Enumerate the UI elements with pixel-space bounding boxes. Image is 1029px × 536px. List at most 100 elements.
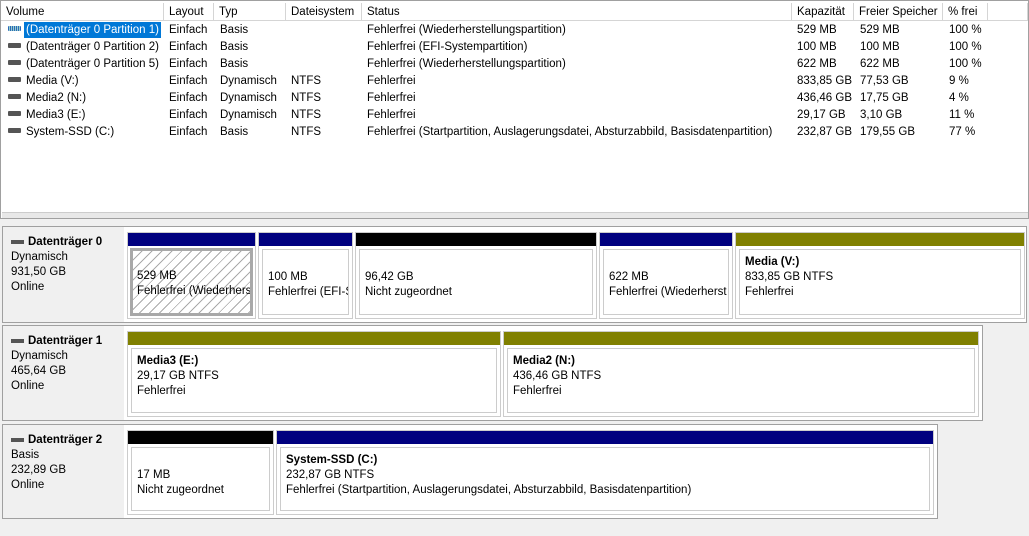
column-header-6[interactable]: Freier Speicher <box>854 3 943 21</box>
cell-typ: Basis <box>220 126 249 138</box>
column-header-7[interactable]: % frei <box>943 3 988 21</box>
partition-size: 232,87 GB NTFS <box>286 469 375 481</box>
partition-block[interactable]: 100 MB Fehlerfrei (EFI-S <box>258 232 353 319</box>
disk-size: 931,50 GB <box>11 266 66 278</box>
disk-label[interactable]: Datenträger 1 Dynamisch 465,64 GB Online <box>3 326 124 420</box>
cell-status: Fehlerfrei <box>367 109 416 121</box>
cell-freierspeicher: 529 MB <box>860 24 900 36</box>
column-header-5[interactable]: Kapazität <box>792 3 854 21</box>
cell-status: Fehlerfrei (EFI-Systempartition) <box>367 41 528 53</box>
disk-type: Dynamisch <box>11 251 68 263</box>
partition-block[interactable]: Media (V:) 833,85 GB NTFS Fehlerfrei <box>735 232 1025 319</box>
cell-kapazitt: 622 MB <box>797 58 837 70</box>
disk-label[interactable]: Datenträger 2 Basis 232,89 GB Online <box>3 425 124 518</box>
partition-size: 17 MB <box>137 469 171 481</box>
partition-color-bar <box>128 431 273 444</box>
partition-title: Media (V:) <box>745 256 800 268</box>
partition-size: 833,85 GB NTFS <box>745 271 834 283</box>
column-header-0[interactable]: Volume <box>1 3 164 21</box>
partition-block[interactable]: Media2 (N:) 436,46 GB NTFS Fehlerfrei <box>503 331 979 417</box>
column-header-filler <box>988 3 1028 21</box>
table-row[interactable]: Media (V:) Einfach Dynamisch NTFS Fehlerfrei… <box>1 73 1001 90</box>
cell-layout: Einfach <box>169 75 208 87</box>
cell-layout: Einfach <box>169 41 208 53</box>
column-header-2[interactable]: Typ <box>214 3 286 21</box>
partition-body: Media2 (N:) 436,46 GB NTFS Fehlerfrei <box>507 348 975 413</box>
disk-name: Datenträger 2 <box>28 434 103 446</box>
cell-kapazitt: 529 MB <box>797 24 837 36</box>
partition-color-bar <box>356 233 596 246</box>
table-row[interactable]: System-SSD (C:) Einfach Basis NTFS Fehlerfre… <box>1 124 1001 141</box>
partition-status: Nicht zugeordnet <box>365 286 452 298</box>
column-header-3[interactable]: Dateisystem <box>286 3 362 21</box>
volume-name: (Datenträger 0 Partition 1) <box>24 22 161 38</box>
volume-icon <box>8 60 21 66</box>
cell-layout: Einfach <box>169 58 208 70</box>
partition-status: Fehlerfrei <box>745 286 794 298</box>
cell-freierspeicher: 179,55 GB <box>860 126 915 138</box>
disk-size: 232,89 GB <box>11 464 66 476</box>
disk-row: Datenträger 0 Dynamisch 931,50 GB Online… <box>2 226 1027 323</box>
volume-name: System-SSD (C:) <box>26 126 115 138</box>
column-header-1[interactable]: Layout <box>164 3 214 21</box>
horizontal-scrollbar[interactable] <box>2 212 1028 218</box>
disk-type: Basis <box>11 449 40 461</box>
table-row[interactable]: (Datenträger 0 Partition 1) Einfach Basis F… <box>1 22 1001 39</box>
cell-status: Fehlerfrei (Wiederherstellungspartition) <box>367 24 566 36</box>
cell-status: Fehlerfrei (Wiederherstellungspartition) <box>367 58 566 70</box>
table-row[interactable]: (Datenträger 0 Partition 5) Einfach Basis F… <box>1 56 1001 73</box>
volume-name: Media3 (E:) <box>26 109 86 121</box>
disk-name: Datenträger 1 <box>28 335 103 347</box>
cell-dateisystem: NTFS <box>291 75 322 87</box>
disk-name: Datenträger 0 <box>28 236 103 248</box>
cell-freierspeicher: 622 MB <box>860 58 900 70</box>
disk-size: 465,64 GB <box>11 365 66 377</box>
volume-icon <box>8 77 21 83</box>
partition-size: 96,42 GB <box>365 271 414 283</box>
partition-body: 622 MB Fehlerfrei (Wiederherst <box>603 249 729 315</box>
partition-block[interactable]: Media3 (E:) 29,17 GB NTFS Fehlerfrei <box>127 331 501 417</box>
cell-kapazitt: 29,17 GB <box>797 109 846 121</box>
volume-cell: System-SSD (C:) <box>3 124 116 140</box>
partition-body: 529 MB Fehlerfrei (Wiederhers <box>130 248 253 316</box>
partition-body: System-SSD (C:) 232,87 GB NTFS Fehlerfre… <box>280 447 930 511</box>
volume-cell: (Datenträger 0 Partition 1) <box>3 22 161 38</box>
partition-block[interactable]: System-SSD (C:) 232,87 GB NTFS Fehlerfre… <box>276 430 934 515</box>
partition-status: Fehlerfrei (Wiederherst <box>609 286 727 298</box>
partition-block[interactable]: 622 MB Fehlerfrei (Wiederherst <box>599 232 733 319</box>
volume-cell: Media (V:) <box>3 73 81 89</box>
cell-frei: 11 % <box>949 109 975 121</box>
table-row[interactable]: (Datenträger 0 Partition 2) Einfach Basis F… <box>1 39 1001 56</box>
volume-cell: (Datenträger 0 Partition 2) <box>3 39 161 55</box>
partition-body: Media (V:) 833,85 GB NTFS Fehlerfrei <box>739 249 1021 315</box>
disk-state: Online <box>11 281 45 293</box>
cell-layout: Einfach <box>169 24 208 36</box>
partition-title: Media2 (N:) <box>513 355 575 367</box>
table-row[interactable]: Media2 (N:) Einfach Dynamisch NTFS Fehlerfre… <box>1 90 1001 107</box>
table-row[interactable]: Media3 (E:) Einfach Dynamisch NTFS Fehlerfre… <box>1 107 1001 124</box>
partition-block[interactable]: 529 MB Fehlerfrei (Wiederhers <box>127 232 256 319</box>
partition-color-bar <box>128 332 500 345</box>
volume-icon <box>8 43 21 49</box>
column-header-4[interactable]: Status <box>362 3 792 21</box>
partition-body: 100 MB Fehlerfrei (EFI-S <box>262 249 349 315</box>
partition-color-bar <box>600 233 732 246</box>
cell-status: Fehlerfrei <box>367 75 416 87</box>
disk-label[interactable]: Datenträger 0 Dynamisch 931,50 GB Online <box>3 227 124 322</box>
cell-typ: Basis <box>220 24 249 36</box>
partition-status: Nicht zugeordnet <box>137 484 224 496</box>
partition-block[interactable]: 17 MB Nicht zugeordnet <box>127 430 274 515</box>
cell-kapazitt: 436,46 GB <box>797 92 852 104</box>
disk-state: Online <box>11 380 45 392</box>
cell-freierspeicher: 100 MB <box>860 41 900 53</box>
partition-status: Fehlerfrei <box>137 385 186 397</box>
partition-size: 436,46 GB NTFS <box>513 370 602 382</box>
cell-typ: Basis <box>220 58 249 70</box>
disk-row: Datenträger 1 Dynamisch 465,64 GB Online… <box>2 325 983 421</box>
volume-list[interactable]: Volume Layout Typ Dateisystem Status Kapazitä… <box>0 0 1029 219</box>
partition-block[interactable]: 96,42 GB Nicht zugeordnet <box>355 232 597 319</box>
cell-typ: Dynamisch <box>220 92 277 104</box>
volume-name: Media (V:) <box>26 75 79 87</box>
cell-layout: Einfach <box>169 92 208 104</box>
volume-icon <box>8 26 21 32</box>
